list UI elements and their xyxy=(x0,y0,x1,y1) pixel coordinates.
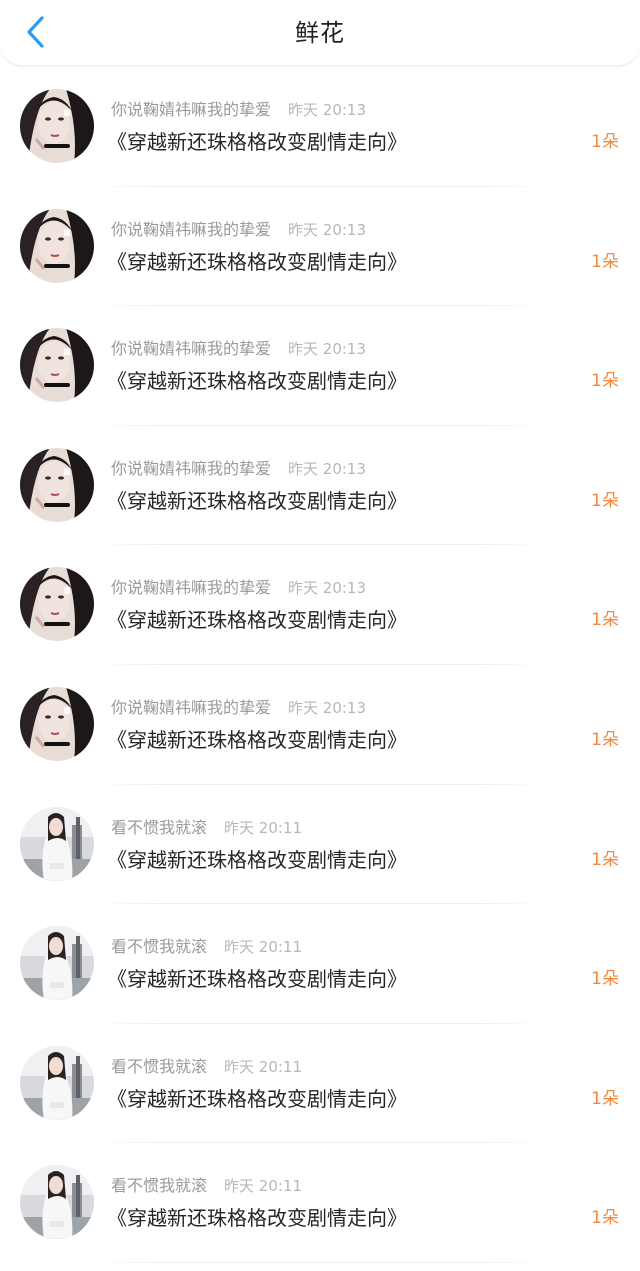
flower-count: 1朵 xyxy=(591,251,619,272)
flower-count: 1朵 xyxy=(591,1208,619,1229)
book-title[interactable]: 《穿越新还珠格格改变剧情走向》 xyxy=(107,1085,407,1113)
user-name[interactable]: 你说鞠婧祎嘛我的挚爱 xyxy=(111,698,271,717)
meta-line: 看不惯我就滚 昨天 20:11 xyxy=(111,1056,302,1078)
avatar-dark-hair-girl[interactable] xyxy=(20,567,94,642)
list-item[interactable]: 你说鞠婧祎嘛我的挚爱 昨天 20:13 《穿越新还珠格格改变剧情走向》 1朵 xyxy=(0,187,640,307)
avatar-dark-hair-girl-image xyxy=(20,447,94,522)
meta-line: 看不惯我就滚 昨天 20:11 xyxy=(111,817,302,839)
book-title[interactable]: 《穿越新还珠格格改变剧情走向》 xyxy=(107,1204,407,1232)
timestamp: 昨天 20:11 xyxy=(224,1177,303,1196)
book-title[interactable]: 《穿越新还珠格格改变剧情走向》 xyxy=(107,128,407,156)
list-item[interactable]: 你说鞠婧祎嘛我的挚爱 昨天 20:13 《穿越新还珠格格改变剧情走向》 1朵 xyxy=(0,306,640,426)
list-item[interactable]: 看不惯我就滚 昨天 20:11 《穿越新还珠格格改变剧情走向》 1朵 xyxy=(0,904,640,1024)
nav-bar: 鲜花 xyxy=(0,0,640,66)
book-title[interactable]: 《穿越新还珠格格改变剧情走向》 xyxy=(107,606,407,634)
user-name[interactable]: 你说鞠婧祎嘛我的挚爱 xyxy=(111,339,271,358)
meta-line: 你说鞠婧祎嘛我的挚爱 昨天 20:13 xyxy=(111,219,366,241)
avatar-girl-white-shirt[interactable] xyxy=(20,926,94,1001)
list-item[interactable]: 你说鞠婧祎嘛我的挚爱 昨天 20:13 《穿越新还珠格格改变剧情走向》 1朵 xyxy=(0,545,640,665)
avatar-dark-hair-girl[interactable] xyxy=(20,89,94,163)
user-name[interactable]: 你说鞠婧祎嘛我的挚爱 xyxy=(111,100,271,119)
user-name[interactable]: 看不惯我就滚 xyxy=(111,937,207,956)
avatar-dark-hair-girl-image xyxy=(20,208,94,283)
meta-line: 你说鞠婧祎嘛我的挚爱 昨天 20:13 xyxy=(111,338,366,360)
page-title: 鲜花 xyxy=(295,19,345,47)
avatar-girl-white-shirt-image xyxy=(20,926,94,1001)
avatar-dark-hair-girl-image xyxy=(20,567,94,642)
flower-count: 1朵 xyxy=(591,610,619,631)
flower-count: 1朵 xyxy=(591,371,619,392)
book-title[interactable]: 《穿越新还珠格格改变剧情走向》 xyxy=(107,965,407,993)
meta-line: 你说鞠婧祎嘛我的挚爱 昨天 20:13 xyxy=(111,99,366,121)
meta-line: 你说鞠婧祎嘛我的挚爱 昨天 20:13 xyxy=(111,697,366,719)
list-item[interactable]: 你说鞠婧祎嘛我的挚爱 昨天 20:13 《穿越新还珠格格改变剧情走向》 1朵 xyxy=(0,67,640,187)
avatar-dark-hair-girl[interactable] xyxy=(20,447,94,522)
flowers-page: 鲜花 你说鞠婧祎嘛我的挚爱 昨天 20:13 《穿越新还珠格格改变剧情走向》 1朵 xyxy=(0,0,640,1271)
list-item[interactable]: 看不惯我就滚 昨天 20:11 《穿越新还珠格格改变剧情走向》 1朵 xyxy=(0,1143,640,1263)
list-item[interactable]: 你说鞠婧祎嘛我的挚爱 昨天 20:13 《穿越新还珠格格改变剧情走向》 1朵 xyxy=(0,665,640,785)
user-name[interactable]: 看不惯我就滚 xyxy=(111,818,207,837)
user-name[interactable]: 你说鞠婧祎嘛我的挚爱 xyxy=(111,459,271,478)
user-name[interactable]: 看不惯我就滚 xyxy=(111,1176,207,1195)
timestamp: 昨天 20:11 xyxy=(224,938,303,957)
timestamp: 昨天 20:13 xyxy=(288,101,367,119)
avatar-dark-hair-girl[interactable] xyxy=(20,328,94,403)
flower-count: 1朵 xyxy=(591,849,619,870)
timestamp: 昨天 20:13 xyxy=(288,459,367,478)
avatar-girl-white-shirt-image xyxy=(20,1045,94,1120)
timestamp: 昨天 20:13 xyxy=(288,579,367,598)
list-item[interactable]: 看不惯我就滚 昨天 20:11 《穿越新还珠格格改变剧情走向》 1朵 xyxy=(0,785,640,905)
avatar-girl-white-shirt[interactable] xyxy=(20,1165,94,1240)
avatar-dark-hair-girl-image xyxy=(20,89,94,163)
timestamp: 昨天 20:11 xyxy=(224,818,303,837)
flower-count: 1朵 xyxy=(591,490,619,511)
flower-count: 1朵 xyxy=(591,1088,619,1109)
avatar-dark-hair-girl[interactable] xyxy=(20,686,94,761)
book-title[interactable]: 《穿越新还珠格格改变剧情走向》 xyxy=(107,367,407,395)
meta-line: 看不惯我就滚 昨天 20:11 xyxy=(111,936,302,958)
timestamp: 昨天 20:13 xyxy=(288,698,367,717)
book-title[interactable]: 《穿越新还珠格格改变剧情走向》 xyxy=(107,726,407,754)
avatar-dark-hair-girl[interactable] xyxy=(20,208,94,283)
list-item[interactable]: 看不惯我就滚 昨天 20:11 《穿越新还珠格格改变剧情走向》 1朵 xyxy=(0,1024,640,1144)
divider xyxy=(96,1261,544,1263)
flower-count: 1朵 xyxy=(591,729,619,750)
avatar-dark-hair-girl-image xyxy=(20,686,94,761)
book-title[interactable]: 《穿越新还珠格格改变剧情走向》 xyxy=(107,248,407,276)
avatar-girl-white-shirt-image xyxy=(20,806,94,881)
timestamp: 昨天 20:13 xyxy=(288,340,367,359)
list-item[interactable]: 你说鞠婧祎嘛我的挚爱 昨天 20:13 《穿越新还珠格格改变剧情走向》 1朵 xyxy=(0,426,640,546)
timestamp: 昨天 20:11 xyxy=(224,1057,303,1076)
user-name[interactable]: 看不惯我就滚 xyxy=(111,1057,207,1076)
avatar-girl-white-shirt[interactable] xyxy=(20,806,94,881)
avatar-girl-white-shirt[interactable] xyxy=(20,1045,94,1120)
meta-line: 你说鞠婧祎嘛我的挚爱 昨天 20:13 xyxy=(111,577,366,599)
avatar-dark-hair-girl-image xyxy=(20,328,94,403)
meta-line: 你说鞠婧祎嘛我的挚爱 昨天 20:13 xyxy=(111,458,366,480)
flower-count: 1朵 xyxy=(591,969,619,990)
book-title[interactable]: 《穿越新还珠格格改变剧情走向》 xyxy=(107,846,407,874)
user-name[interactable]: 你说鞠婧祎嘛我的挚爱 xyxy=(111,220,271,239)
flower-record-list: 你说鞠婧祎嘛我的挚爱 昨天 20:13 《穿越新还珠格格改变剧情走向》 1朵 你说… xyxy=(0,67,640,1263)
flower-count: 1朵 xyxy=(591,132,619,152)
timestamp: 昨天 20:13 xyxy=(288,220,367,239)
meta-line: 看不惯我就滚 昨天 20:11 xyxy=(111,1175,302,1197)
user-name[interactable]: 你说鞠婧祎嘛我的挚爱 xyxy=(111,578,271,597)
book-title[interactable]: 《穿越新还珠格格改变剧情走向》 xyxy=(107,487,407,515)
avatar-girl-white-shirt-image xyxy=(20,1165,94,1240)
